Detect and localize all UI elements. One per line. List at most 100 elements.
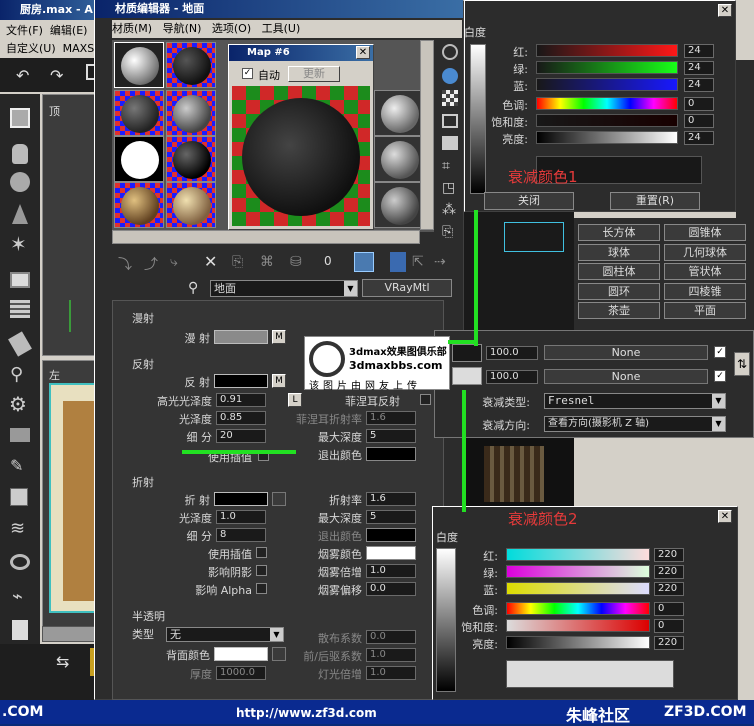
- fog-color-swatch[interactable]: [366, 546, 416, 560]
- slots-scrollbar-h[interactable]: [112, 230, 420, 244]
- color1-green-spinner[interactable]: 24: [684, 61, 714, 75]
- color2-whiteness-bar[interactable]: [436, 548, 456, 692]
- material-type-button[interactable]: VRayMtl: [362, 279, 452, 297]
- falloff-type-dropdown[interactable]: ▼: [712, 394, 725, 408]
- show-map-icon[interactable]: [354, 252, 374, 272]
- fb-coef-spinner[interactable]: 1.0: [366, 648, 416, 662]
- tool-sphere-icon[interactable]: [10, 172, 30, 192]
- color2-blue-slider[interactable]: [506, 582, 650, 595]
- redo-icon[interactable]: ↷: [50, 66, 63, 85]
- material-name-field[interactable]: 地面: [210, 280, 358, 297]
- menu-material[interactable]: 材质(M): [112, 22, 152, 35]
- prim-sphere-button[interactable]: 球体: [578, 244, 660, 261]
- falloff-map-1-checkbox[interactable]: ✓: [714, 346, 726, 358]
- material-name-dropdown[interactable]: ▼: [344, 281, 357, 296]
- reflect-swatch[interactable]: [214, 374, 268, 388]
- fresnel-reflect-checkbox[interactable]: [420, 394, 431, 405]
- refract-subdiv-spinner[interactable]: 8: [216, 528, 266, 542]
- sample-slot-6[interactable]: [166, 136, 216, 182]
- refract-gloss-spinner[interactable]: 1.0: [216, 510, 266, 524]
- color1-close-button[interactable]: 关闭: [484, 192, 574, 210]
- menu-file[interactable]: 文件(F): [6, 24, 43, 37]
- color2-sat-spinner[interactable]: 0: [654, 619, 684, 633]
- diffuse-swatch[interactable]: [214, 330, 268, 344]
- tool-gear-icon[interactable]: ⚙: [9, 392, 27, 416]
- color1-blue-slider[interactable]: [536, 78, 678, 91]
- light-mult-spinner[interactable]: 1.0: [366, 666, 416, 680]
- scene-viewport-lower[interactable]: [464, 438, 574, 508]
- color1-sat-spinner[interactable]: 0: [684, 114, 714, 128]
- make-preview-icon[interactable]: ⌗: [442, 158, 450, 174]
- go-parent-icon[interactable]: ⇱: [412, 254, 424, 270]
- menu-utilities[interactable]: 工具(U): [262, 22, 301, 35]
- make-unique-icon[interactable]: ⌘: [260, 254, 274, 270]
- refract-map-button[interactable]: [272, 492, 286, 506]
- sample-slot-11[interactable]: [374, 182, 424, 228]
- put-to-scene-icon[interactable]: ⤴: [144, 254, 158, 274]
- sample-slot-9[interactable]: [374, 90, 424, 136]
- reflect-map-button[interactable]: M: [272, 374, 286, 388]
- prim-geosphere-button[interactable]: 几何球体: [664, 244, 746, 261]
- color2-green-spinner[interactable]: 220: [654, 565, 684, 579]
- get-material-icon[interactable]: ⤵: [118, 254, 132, 274]
- affect-shadows-checkbox[interactable]: [256, 565, 267, 576]
- scatter-spinner[interactable]: 0.0: [366, 630, 416, 644]
- color1-close-x-button[interactable]: ✕: [718, 4, 732, 17]
- prim-teapot-button[interactable]: 茶壶: [578, 302, 660, 319]
- falloff-map-1-button[interactable]: None: [544, 345, 708, 360]
- put-library-icon[interactable]: ⛁: [290, 254, 302, 270]
- auto-checkbox[interactable]: ✓: [242, 68, 253, 79]
- copy-material-icon[interactable]: ⎘: [232, 254, 243, 270]
- prim-box-button[interactable]: 长方体: [578, 224, 660, 241]
- refract-maxdepth-spinner[interactable]: 5: [366, 510, 416, 524]
- slots-scrollbar-v[interactable]: [420, 40, 434, 230]
- falloff-amount-1[interactable]: 100.0: [486, 346, 538, 360]
- color2-sat-slider[interactable]: [506, 619, 650, 632]
- sample-slot-4[interactable]: [166, 90, 216, 136]
- fog-bias-spinner[interactable]: 0.0: [366, 582, 416, 596]
- color1-green-slider[interactable]: [536, 61, 678, 74]
- color2-red-slider[interactable]: [506, 548, 650, 561]
- color1-hue-spinner[interactable]: 0: [684, 97, 714, 111]
- color2-val-slider[interactable]: [506, 636, 650, 649]
- falloff-swatch-1[interactable]: [452, 344, 482, 362]
- color1-sat-slider[interactable]: [536, 114, 678, 127]
- tool-plug-icon[interactable]: ⌁: [12, 586, 23, 607]
- color1-red-slider[interactable]: [536, 44, 678, 57]
- assign-icon[interactable]: ⤷: [170, 254, 178, 270]
- color2-hue-slider[interactable]: [506, 602, 650, 615]
- color1-red-spinner[interactable]: 24: [684, 44, 714, 58]
- menu-edit[interactable]: 编辑(E): [50, 24, 88, 37]
- tool-cylinder-icon[interactable]: [12, 144, 28, 164]
- translucent-type-dropdown[interactable]: ▼: [270, 628, 283, 641]
- color2-close-x-button[interactable]: ✕: [718, 510, 732, 523]
- effect-channel-icon[interactable]: 0: [324, 254, 332, 268]
- prim-torus-button[interactable]: 圆环: [578, 283, 660, 300]
- sample-type-icon[interactable]: [442, 44, 458, 60]
- color1-hue-slider[interactable]: [536, 97, 678, 110]
- falloff-amount-2[interactable]: 100.0: [486, 370, 538, 384]
- refract-interp-checkbox[interactable]: [256, 547, 267, 558]
- prim-tube-button[interactable]: 管状体: [664, 263, 746, 280]
- play-icon[interactable]: ⇆: [56, 652, 69, 671]
- menu-options[interactable]: 选项(O): [212, 22, 251, 35]
- color2-green-slider[interactable]: [506, 565, 650, 578]
- fog-mult-spinner[interactable]: 1.0: [366, 564, 416, 578]
- pick-material-icon[interactable]: ⚲: [188, 280, 198, 296]
- show-end-icon[interactable]: [390, 252, 406, 272]
- color1-whiteness-bar[interactable]: [470, 44, 486, 194]
- color2-red-spinner[interactable]: 220: [654, 548, 684, 562]
- color1-val-spinner[interactable]: 24: [684, 131, 714, 145]
- tool-cube-icon[interactable]: [10, 488, 28, 506]
- backlight-icon[interactable]: [442, 68, 458, 84]
- prim-plane-button[interactable]: 平面: [664, 302, 746, 319]
- tool-box-icon[interactable]: [10, 108, 30, 128]
- select-by-material-icon[interactable]: ⁂: [442, 202, 456, 218]
- color2-blue-spinner[interactable]: 220: [654, 582, 684, 596]
- color1-blue-spinner[interactable]: 24: [684, 78, 714, 92]
- material-nav-icon[interactable]: ⎘: [442, 224, 453, 240]
- color1-val-slider[interactable]: [536, 131, 678, 144]
- prim-pyramid-button[interactable]: 四棱锥: [664, 283, 746, 300]
- reflect-exit-swatch[interactable]: [366, 447, 416, 461]
- sample-slot-5[interactable]: [114, 136, 164, 182]
